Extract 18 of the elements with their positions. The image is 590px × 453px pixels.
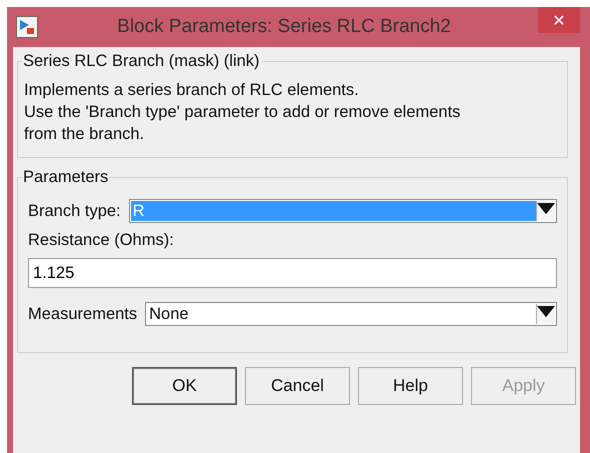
description-text: Implements a series branch of RLC elements. Use the 'Branch type' parameter to add or remove elements from the branch. <box>24 80 462 145</box>
group-title: Parameters <box>22 168 110 187</box>
dialog-button[interactable]: Cancel <box>245 367 350 405</box>
window-title: Block Parameters: Series RLC Branch2 <box>116 16 452 38</box>
block-icon <box>16 16 38 38</box>
dropdown-button[interactable] <box>536 201 555 221</box>
field-label: Resistance (Ohms): <box>28 231 175 250</box>
field-label: Measurements <box>28 304 138 324</box>
caret-icon <box>537 306 555 317</box>
dropdown[interactable]: None <box>145 302 557 326</box>
dialog-button[interactable]: OK <box>132 367 237 405</box>
group-title: Series RLC Branch (mask) (link) <box>22 52 261 71</box>
dropdown-button[interactable] <box>536 304 555 324</box>
dialog-button[interactable]: Help <box>358 367 463 405</box>
close-button[interactable]: ✕ <box>538 7 580 33</box>
field-label: Branch type: <box>28 202 121 220</box>
caret-icon <box>537 202 555 214</box>
input-field[interactable]: 1.125 <box>28 258 557 288</box>
